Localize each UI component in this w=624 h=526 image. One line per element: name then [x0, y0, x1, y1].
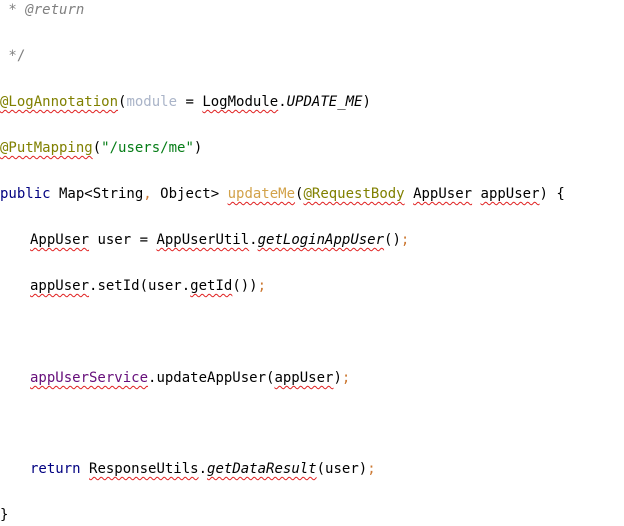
app-user-param[interactable]: appUser — [481, 186, 540, 202]
request-body-annotation[interactable]: @RequestBody — [303, 186, 404, 202]
put-mapping-annotation[interactable]: @PutMapping — [0, 140, 93, 156]
app-user-service-field[interactable]: appUserService — [30, 370, 148, 386]
comma: , — [143, 186, 152, 202]
app-user-type[interactable]: AppUser — [413, 186, 472, 202]
semicolon: ; — [257, 278, 267, 294]
public-keyword: public — [0, 186, 51, 202]
method-close-brace: } — [0, 507, 9, 523]
dot: . — [278, 94, 287, 110]
annotation-param: module — [126, 94, 178, 110]
comment-star: * — [0, 2, 26, 18]
response-utils-class[interactable]: ResponseUtils — [89, 461, 199, 477]
code-line-comment-end: */ — [0, 46, 25, 66]
dot: . — [249, 232, 258, 248]
comment-end: */ — [0, 48, 26, 64]
app-user-argument[interactable]: appUser — [274, 370, 333, 386]
code-line-put-mapping: @PutMapping("/users/me") — [0, 138, 202, 158]
return-keyword: return — [30, 461, 81, 477]
set-id-call: .setId(user. — [89, 278, 191, 294]
code-editor[interactable]: * @return */ @LogAnnotation(module = Log… — [0, 0, 624, 526]
return-type-rest: Object> — [151, 186, 228, 202]
code-line-set-id: appUser.setId(user.getId()); — [30, 276, 266, 296]
call-parens: () — [384, 232, 401, 248]
call-close: ()) — [232, 278, 258, 294]
app-user-variable[interactable]: appUser — [30, 278, 89, 294]
semicolon: ; — [341, 370, 351, 386]
javadoc-return-tag: @return — [25, 2, 85, 18]
method-open-brace: ) { — [539, 186, 565, 202]
paren-close: ) — [333, 370, 342, 386]
paren-open: ( — [92, 140, 102, 156]
semicolon: ; — [400, 232, 410, 248]
code-line-method-signature: public Map<String, Object> updateMe(@Req… — [0, 184, 565, 204]
mapping-path-string: "/users/me" — [101, 140, 194, 156]
get-login-app-user-call[interactable]: getLoginAppUser — [258, 232, 384, 248]
log-annotation[interactable]: @LogAnnotation — [0, 94, 118, 110]
code-line-log-annotation: @LogAnnotation(module = LogModule.UPDATE… — [0, 92, 371, 112]
code-line-get-login-user: AppUser user = AppUserUtil.getLoginAppUs… — [30, 230, 409, 250]
code-line-return: return ResponseUtils.getDataResult(user)… — [30, 459, 376, 479]
log-module-class[interactable]: LogModule — [202, 94, 278, 110]
app-user-type[interactable]: AppUser — [30, 232, 89, 248]
update-app-user-call: .updateAppUser( — [148, 370, 275, 386]
update-me-constant[interactable]: UPDATE_ME — [287, 94, 363, 110]
call-args: (user) — [316, 461, 368, 477]
paren-close: ) — [193, 140, 203, 156]
update-me-method[interactable]: updateMe — [228, 186, 295, 202]
app-user-util-class[interactable]: AppUserUtil — [156, 232, 249, 248]
assignment: user = — [89, 232, 157, 248]
code-line-return-doc: * @return — [0, 0, 84, 20]
paren-close: ) — [362, 94, 371, 110]
code-line-close-brace: } — [0, 505, 8, 525]
semicolon: ; — [367, 461, 376, 477]
equals: = — [177, 94, 203, 110]
get-data-result-call[interactable]: getDataResult — [207, 461, 317, 477]
return-type: Map<String — [50, 186, 144, 202]
get-id-call[interactable]: getId — [190, 278, 232, 294]
code-line-update-app-user: appUserService.updateAppUser(appUser); — [30, 368, 350, 388]
dot: . — [198, 461, 208, 477]
